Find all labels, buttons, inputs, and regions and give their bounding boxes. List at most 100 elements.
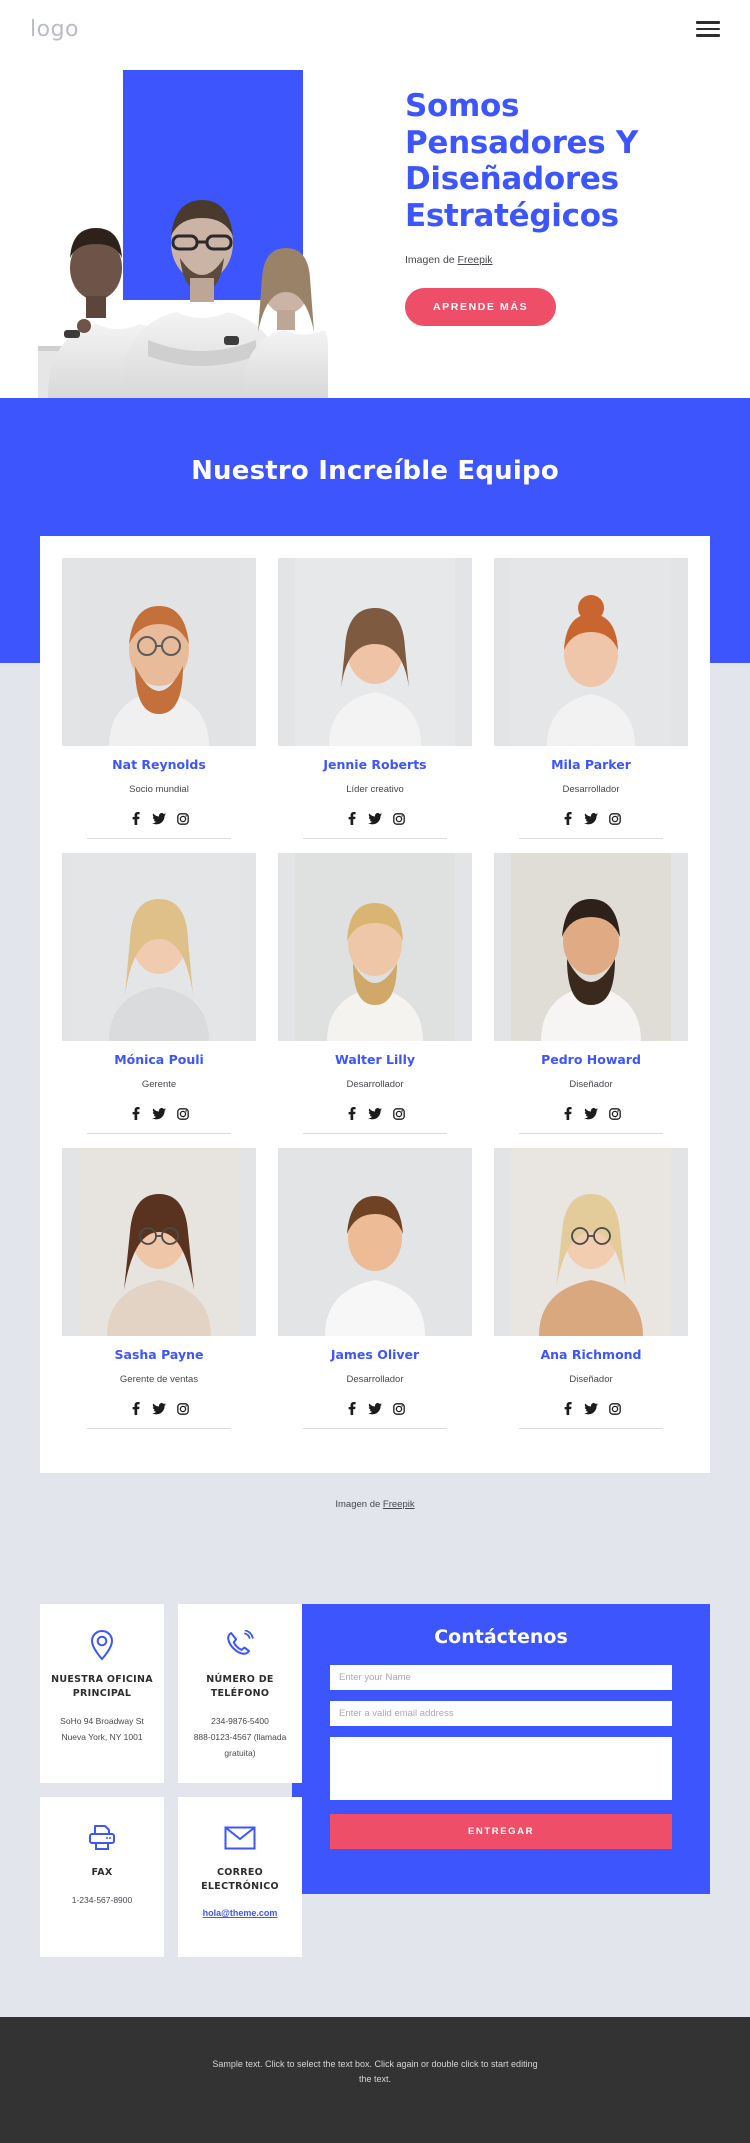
facebook-icon[interactable] — [346, 812, 357, 825]
member-divider — [87, 838, 231, 839]
member-social-links — [62, 1107, 256, 1120]
member-role: Desarrollador — [346, 1079, 404, 1090]
member-photo — [278, 558, 472, 746]
team-heading: Nuestro Increíble Equipo — [191, 456, 559, 486]
contact-form-title: Contáctenos — [434, 1626, 568, 1648]
member-role: Diseñador — [569, 1374, 613, 1385]
twitter-icon[interactable] — [367, 1402, 382, 1415]
twitter-icon[interactable] — [151, 1402, 166, 1415]
member-social-links — [62, 812, 256, 825]
instagram-icon[interactable] — [176, 812, 189, 825]
twitter-icon[interactable] — [367, 812, 382, 825]
hero-section: Somos Pensadores Y Diseñadores Estratégi… — [0, 58, 750, 398]
member-name: Walter Lilly — [335, 1052, 415, 1067]
twitter-icon[interactable] — [367, 1107, 382, 1120]
email-input[interactable] — [330, 1701, 672, 1726]
member-social-links — [278, 1107, 472, 1120]
member-social-links — [494, 812, 688, 825]
member-social-links — [278, 1402, 472, 1415]
team-row: Mónica Pouli Gerente Walter Lilly Desarr… — [62, 853, 688, 1134]
contact-info-line: Nueva York, NY 1001 — [61, 1731, 143, 1742]
member-social-links — [62, 1402, 256, 1415]
instagram-icon[interactable] — [392, 812, 405, 825]
instagram-icon[interactable] — [176, 1402, 189, 1415]
member-divider — [519, 838, 663, 839]
submit-button[interactable]: ENTREGAR — [330, 1814, 672, 1849]
member-photo — [278, 1148, 472, 1336]
contact-info-title: NÚMERO DE TELÉFONO — [206, 1674, 274, 1699]
hamburger-bar — [696, 34, 720, 37]
team-member-card[interactable]: Walter Lilly Desarrollador — [278, 853, 472, 1134]
instagram-icon[interactable] — [608, 1107, 621, 1120]
hamburger-bar — [696, 27, 720, 31]
contact-info-title: NUESTRA OFICINA PRINCIPAL — [51, 1674, 153, 1699]
site-header: logo — [0, 0, 750, 58]
twitter-icon[interactable] — [583, 812, 598, 825]
member-photo — [494, 1148, 688, 1336]
team-member-card[interactable]: Nat Reynolds Socio mundial — [62, 558, 256, 839]
twitter-icon[interactable] — [151, 812, 166, 825]
member-photo — [494, 853, 688, 1041]
team-member-card[interactable]: Mónica Pouli Gerente — [62, 853, 256, 1134]
member-role: Desarrollador — [562, 784, 620, 795]
member-divider — [303, 838, 447, 839]
contact-info-card-fax: FAX 1-234-567-8900 — [40, 1796, 164, 1957]
message-textarea[interactable] — [330, 1737, 672, 1800]
member-photo — [62, 1148, 256, 1336]
email-link[interactable]: hola@theme.com — [203, 1908, 278, 1918]
team-member-card[interactable]: Jennie Roberts Líder creativo — [278, 558, 472, 839]
team-member-card[interactable]: James Oliver Desarrollador — [278, 1148, 472, 1429]
hero-credit-prefix: Imagen de — [405, 254, 458, 267]
instagram-icon[interactable] — [392, 1107, 405, 1120]
facebook-icon[interactable] — [346, 1107, 357, 1120]
member-role: Líder creativo — [346, 784, 404, 795]
member-photo — [62, 853, 256, 1041]
facebook-icon[interactable] — [346, 1402, 357, 1415]
instagram-icon[interactable] — [392, 1402, 405, 1415]
contact-section: NUESTRA OFICINA PRINCIPAL SoHo 94 Broadw… — [0, 1570, 750, 2017]
member-divider — [519, 1428, 663, 1429]
instagram-icon[interactable] — [608, 1402, 621, 1415]
footer-sample-text[interactable]: Sample text. Click to select the text bo… — [210, 2057, 540, 2088]
member-photo — [62, 558, 256, 746]
instagram-icon[interactable] — [176, 1107, 189, 1120]
team-image-credit: Imagen de Freepik — [0, 1499, 750, 1510]
hamburger-menu-icon[interactable] — [696, 17, 720, 41]
member-name: Nat Reynolds — [112, 757, 206, 772]
member-social-links — [278, 812, 472, 825]
hamburger-bar — [696, 21, 720, 24]
instagram-icon[interactable] — [608, 812, 621, 825]
learn-more-button[interactable]: APRENDE MÁS — [405, 288, 557, 327]
contact-info-lines: 234-9876-5400 888-0123-4567 (llamada gra… — [188, 1713, 292, 1761]
hero-credit-link[interactable]: Freepik — [458, 254, 493, 266]
team-member-card[interactable]: Sasha Payne Gerente de ventas — [62, 1148, 256, 1429]
logo[interactable]: logo — [30, 17, 79, 42]
member-role: Diseñador — [569, 1079, 613, 1090]
facebook-icon[interactable] — [130, 1107, 141, 1120]
location-pin-icon — [50, 1624, 154, 1666]
team-section: Nuestro Increíble Equipo Nat Reynolds So… — [0, 398, 750, 1570]
facebook-icon[interactable] — [130, 812, 141, 825]
facebook-icon[interactable] — [562, 1402, 573, 1415]
twitter-icon[interactable] — [583, 1402, 598, 1415]
twitter-icon[interactable] — [151, 1107, 166, 1120]
member-divider — [303, 1133, 447, 1134]
team-member-card[interactable]: Pedro Howard Diseñador — [494, 853, 688, 1134]
page-title: Somos Pensadores Y Diseñadores Estratégi… — [405, 88, 639, 234]
member-name: Pedro Howard — [541, 1052, 641, 1067]
team-member-card[interactable]: Mila Parker Desarrollador — [494, 558, 688, 839]
facebook-icon[interactable] — [562, 1107, 573, 1120]
contact-info-line: 1-234-567-8900 — [71, 1894, 133, 1905]
contact-form: Contáctenos ENTREGAR — [292, 1604, 710, 1894]
team-member-card[interactable]: Ana Richmond Diseñador — [494, 1148, 688, 1429]
name-input[interactable] — [330, 1665, 672, 1690]
contact-info-lines: SoHo 94 Broadway St Nueva York, NY 1001 — [50, 1713, 154, 1745]
contact-info-title: CORREO ELECTRÓNICO — [201, 1866, 279, 1892]
team-credit-link[interactable]: Freepik — [383, 1499, 415, 1510]
contact-info-grid: NUESTRA OFICINA PRINCIPAL SoHo 94 Broadw… — [40, 1604, 302, 1957]
contact-info-title: FAX — [91, 1866, 113, 1878]
twitter-icon[interactable] — [583, 1107, 598, 1120]
envelope-icon — [188, 1817, 292, 1859]
facebook-icon[interactable] — [130, 1402, 141, 1415]
facebook-icon[interactable] — [562, 812, 573, 825]
